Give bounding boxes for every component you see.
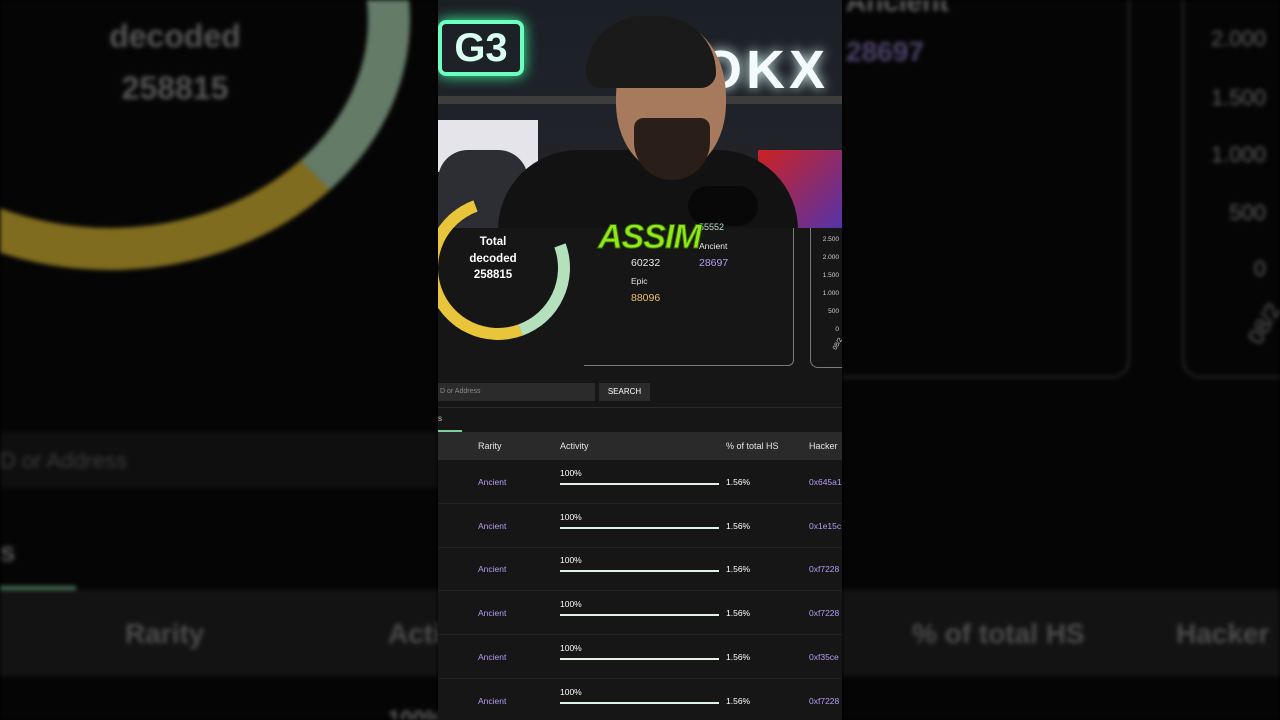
background-left-blur: decoded 258815 D or Address s Rarity Act… xyxy=(0,0,438,720)
stat-label-epic: Epic xyxy=(631,276,648,286)
background-header-hacker: Hacker xyxy=(1176,618,1270,649)
activity-progress-fill xyxy=(560,701,719,704)
background-donut-line2: 258815 xyxy=(121,70,229,106)
cell-activity-label: 100% xyxy=(560,642,582,653)
background-header-rarity: Rarity xyxy=(125,618,205,649)
tab-active[interactable]: s xyxy=(438,414,442,423)
cell-hacker-address[interactable]: 0xf7228 xyxy=(809,564,842,574)
cell-pct: 1.56% xyxy=(726,477,751,487)
search-button[interactable]: SEARCH xyxy=(599,383,650,401)
activity-progress-fill xyxy=(560,570,719,573)
cell-hacker-address[interactable]: 0x1e15c xyxy=(809,521,842,531)
stat-label-ancient: Ancient xyxy=(699,241,728,251)
cell-hacker-address[interactable]: 0xf35ce xyxy=(809,652,842,662)
table-row[interactable]: Ancient 100% 1.56% 0xf7228 xyxy=(438,591,842,636)
donut-label: Total decoded 258815 xyxy=(460,234,526,284)
cell-hacker-address[interactable]: 0xf7228 xyxy=(809,696,842,706)
cell-hacker-address[interactable]: 0x645a1 xyxy=(809,477,842,487)
background-right-blur: Ancient 28697 2.000 1.500 1.000 500 0 08… xyxy=(842,0,1280,720)
activity-progress-bar xyxy=(560,701,719,704)
activity-progress-bar xyxy=(560,483,719,485)
background-table-header xyxy=(0,590,438,676)
activity-progress-bar xyxy=(560,570,719,573)
background-search-field: D or Address xyxy=(0,432,438,488)
donut-line2: decoded xyxy=(469,252,517,265)
cell-hacker-address[interactable]: 0xf7228 xyxy=(809,608,842,618)
column-header-activity[interactable]: Activity xyxy=(560,441,589,451)
cell-activity-label: 100% xyxy=(560,555,582,566)
axis-tick: 08/2 xyxy=(831,336,842,352)
axis-tick: 500 xyxy=(828,308,839,315)
activity-progress-fill xyxy=(560,614,719,617)
search-input[interactable]: D or Address xyxy=(438,383,595,401)
background-axis-tick: 500 xyxy=(1229,200,1266,225)
activity-progress-bar xyxy=(560,614,719,617)
background-header-pct: % of total HS xyxy=(912,618,1085,649)
activity-progress-fill xyxy=(560,526,719,529)
donut-line1: Total xyxy=(479,236,507,248)
background-stat-card-border xyxy=(842,0,1130,378)
table-row[interactable]: Ancient 100% 1.56% 0xf7228 xyxy=(438,679,842,720)
stat-value-epic: 88096 xyxy=(631,292,661,304)
cell-rarity: Ancient xyxy=(478,695,507,706)
background-tab-fragment: s xyxy=(0,536,16,567)
cell-activity-label: 100% xyxy=(560,468,582,478)
axis-tick: 1.000 xyxy=(822,290,839,297)
column-header-pct[interactable]: % of total HS xyxy=(726,441,779,451)
cell-pct: 1.56% xyxy=(726,695,751,706)
background-header-activity: Acti xyxy=(388,618,438,649)
table-row[interactable]: Ancient 100% 1.56% 0x645a1 xyxy=(438,460,842,504)
activity-progress-bar xyxy=(560,526,719,529)
axis-tick: 1.500 xyxy=(822,272,839,279)
cell-pct: 1.56% xyxy=(726,520,751,531)
webcam-overlay: G3 OKX xyxy=(438,0,842,228)
stat-top-value: 55552 xyxy=(699,222,725,232)
donut-value: 258815 xyxy=(473,269,513,281)
caption-overlay: ASSIM xyxy=(598,218,703,257)
activity-progress-fill xyxy=(560,657,719,660)
background-axis-tick: 0 xyxy=(1253,256,1266,281)
divider xyxy=(438,407,842,408)
cell-rarity: Ancient xyxy=(478,608,507,619)
activity-progress-fill xyxy=(560,483,719,485)
background-donut-line1: decoded xyxy=(109,18,241,54)
stat-value-left: 60232 xyxy=(631,257,661,269)
cell-rarity: Ancient xyxy=(478,564,507,575)
cell-rarity: Ancient xyxy=(478,651,507,662)
cell-pct: 1.56% xyxy=(726,608,751,619)
background-axis-tick: 1.500 xyxy=(1210,85,1266,110)
stat-value-ancient: 28697 xyxy=(699,257,729,269)
cell-activity-label: 100% xyxy=(560,511,582,522)
video-frame: decoded 258815 D or Address s Rarity Act… xyxy=(0,0,1280,720)
neon-sign-left: G3 xyxy=(438,20,524,76)
cell-activity-label: 100% xyxy=(560,599,582,610)
column-header-rarity[interactable]: Rarity xyxy=(478,441,502,451)
table-row[interactable]: Ancient 100% 1.56% 0x1e15c xyxy=(438,504,842,548)
center-panel: G3 OKX Total decoded 258815 55552 Ancien… xyxy=(438,0,842,720)
axis-tick: 2.500 xyxy=(822,236,839,243)
background-axis-tick: 2.000 xyxy=(1210,26,1266,51)
chart-card: 2.500 2.000 1.500 1.000 500 0 08/2 xyxy=(810,228,842,368)
background-row-fragment: 100% xyxy=(388,706,438,720)
cell-activity-label: 100% xyxy=(560,686,582,697)
background-axis-tick: 1.000 xyxy=(1210,142,1266,167)
streamer-cap xyxy=(586,16,716,88)
table-row[interactable]: Ancient 100% 1.56% 0xf35ce xyxy=(438,635,842,679)
cell-rarity: Ancient xyxy=(478,477,507,487)
cell-rarity: Ancient xyxy=(478,520,507,531)
column-header-hacker[interactable]: Hacker xyxy=(809,441,838,451)
table-header: Rarity Activity % of total HS Hacker xyxy=(438,432,842,460)
table-row[interactable]: Ancient 100% 1.56% 0xf7228 xyxy=(438,547,842,592)
cell-pct: 1.56% xyxy=(726,564,751,575)
axis-tick: 0 xyxy=(835,326,839,333)
activity-progress-bar xyxy=(560,657,719,660)
cell-pct: 1.56% xyxy=(726,651,751,662)
axis-tick: 2.000 xyxy=(822,254,839,261)
